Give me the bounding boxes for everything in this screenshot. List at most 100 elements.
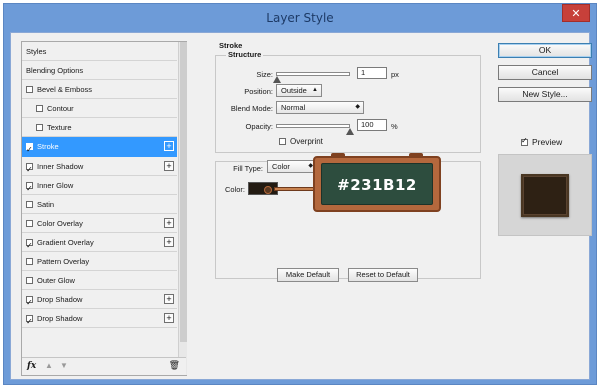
style-item[interactable]: Gradient Overlay + [22, 232, 177, 255]
stroke-title: Stroke [219, 41, 243, 50]
styles-panel: Styles Blending Options Bevel & Emboss Cont… [21, 41, 187, 376]
style-item[interactable]: Outer Glow [22, 271, 177, 291]
style-item-label: Gradient Overlay [37, 237, 94, 247]
style-item[interactable]: Texture [22, 118, 177, 138]
callout-pointer [274, 187, 318, 191]
ok-button[interactable]: OK [498, 43, 592, 58]
trash-icon[interactable]: 🗑 [169, 360, 180, 371]
style-preview [498, 154, 592, 236]
chevron-updown-icon: ▲ [312, 87, 318, 93]
style-item[interactable]: Styles [22, 42, 177, 62]
style-item-checkbox[interactable] [26, 236, 33, 255]
new-style-button[interactable]: New Style... [498, 87, 592, 102]
styles-list: Styles Blending Options Bevel & Emboss Cont… [22, 42, 177, 331]
style-item-checkbox[interactable] [26, 140, 33, 159]
style-item[interactable]: Inner Shadow + [22, 156, 177, 179]
scroll-thumb[interactable] [180, 42, 187, 342]
style-item-label: Bevel & Emboss [37, 85, 93, 95]
style-item[interactable]: Contour [22, 99, 177, 119]
add-effect-icon[interactable]: + [164, 141, 174, 152]
chevron-updown-icon: ◆ [355, 104, 360, 110]
color-callout-board: #231B12 [313, 153, 441, 212]
position-label: Position: [244, 87, 273, 96]
styles-footer: fx ▲ ▼ 🗑 [22, 357, 186, 375]
overprint-label: Overprint [290, 137, 323, 146]
title-bar[interactable]: Layer Style ✕ [4, 4, 596, 32]
layer-style-window: Layer Style ✕ Styles Blending Options Beve… [3, 3, 597, 385]
size-slider[interactable] [276, 72, 350, 76]
style-item-checkbox[interactable] [36, 105, 43, 113]
style-item-checkbox[interactable] [26, 312, 33, 331]
board-peg [331, 153, 345, 158]
style-item-label: Inner Glow [37, 180, 74, 190]
size-slider-thumb[interactable] [273, 76, 281, 83]
position-value: Outside [281, 86, 307, 95]
dialog-body: Styles Blending Options Bevel & Emboss Cont… [10, 32, 592, 380]
style-item-checkbox[interactable] [36, 124, 43, 132]
opacity-label: Opacity: [245, 122, 273, 131]
style-item-checkbox[interactable] [26, 293, 33, 312]
preview-box[interactable] [521, 136, 528, 146]
style-item[interactable]: Blending Options [22, 61, 177, 81]
opacity-input[interactable]: 100 [357, 119, 387, 131]
style-item-label: Blending Options [26, 66, 84, 76]
styles-scrollbar[interactable] [178, 42, 187, 375]
cancel-button[interactable]: Cancel [498, 65, 592, 80]
opacity-slider[interactable] [276, 124, 350, 128]
add-effect-icon[interactable]: + [164, 160, 174, 171]
reset-to-default-button[interactable]: Reset to Default [348, 268, 418, 282]
close-button[interactable]: ✕ [562, 4, 590, 22]
style-item-checkbox[interactable] [26, 219, 33, 227]
style-item-checkbox[interactable] [26, 277, 33, 285]
fx-button[interactable]: fx [27, 361, 36, 371]
fill-type-label: Fill Type: [233, 164, 263, 173]
add-effect-icon[interactable]: + [164, 236, 174, 247]
board-peg [409, 153, 423, 158]
size-label: Size: [256, 70, 273, 79]
arrow-down-icon[interactable]: ▼ [60, 361, 68, 370]
style-item-label: Drop Shadow [37, 314, 83, 324]
blend-mode-value: Normal [281, 103, 306, 112]
style-item[interactable]: Stroke + [22, 137, 177, 159]
add-effect-icon[interactable]: + [164, 313, 174, 324]
fill-type-value: Color [272, 162, 290, 171]
structure-title: Structure [226, 50, 264, 59]
add-effect-icon[interactable]: + [164, 217, 174, 228]
style-item-checkbox[interactable] [26, 258, 33, 266]
color-callout-text: #231B12 [337, 176, 417, 194]
size-unit: px [391, 70, 399, 79]
style-item-checkbox[interactable] [26, 200, 33, 208]
make-default-button[interactable]: Make Default [277, 268, 339, 282]
style-item-label: Pattern Overlay [37, 257, 90, 267]
position-select[interactable]: Outside ▲ [276, 84, 322, 97]
style-item[interactable]: Drop Shadow + [22, 290, 177, 312]
opacity-slider-thumb[interactable] [346, 128, 354, 135]
style-item-label: Outer Glow [37, 276, 75, 286]
style-item-checkbox[interactable] [26, 160, 33, 179]
style-item-label: Contour [47, 104, 74, 114]
size-input[interactable]: 1 [357, 67, 387, 79]
style-item-label: Satin [37, 199, 55, 209]
fill-type-select[interactable]: Color ◆ [267, 160, 317, 173]
style-item[interactable]: Inner Glow [22, 175, 177, 198]
style-item[interactable]: Color Overlay + [22, 213, 177, 233]
style-item[interactable]: Drop Shadow + [22, 309, 177, 331]
style-item[interactable]: Bevel & Emboss [22, 80, 177, 100]
overprint-box[interactable] [279, 138, 286, 145]
overprint-checkbox[interactable]: Overprint [279, 137, 323, 146]
style-item-label: Stroke [37, 142, 59, 152]
style-item[interactable]: Pattern Overlay [22, 252, 177, 272]
window-title: Layer Style [266, 11, 334, 25]
blend-mode-select[interactable]: Normal ◆ [276, 101, 364, 114]
style-item-label: Texture [47, 123, 72, 133]
arrow-up-icon[interactable]: ▲ [45, 361, 53, 370]
blend-mode-label: Blend Mode: [230, 104, 273, 113]
preview-checkbox[interactable]: Preview [521, 136, 562, 147]
style-item-checkbox[interactable] [26, 86, 33, 94]
add-effect-icon[interactable]: + [164, 294, 174, 305]
style-item-checkbox[interactable] [26, 179, 33, 198]
style-item-label: Inner Shadow [37, 161, 84, 171]
callout-pointer-tip [264, 186, 272, 194]
close-icon: ✕ [571, 8, 581, 20]
style-item[interactable]: Satin [22, 194, 177, 214]
